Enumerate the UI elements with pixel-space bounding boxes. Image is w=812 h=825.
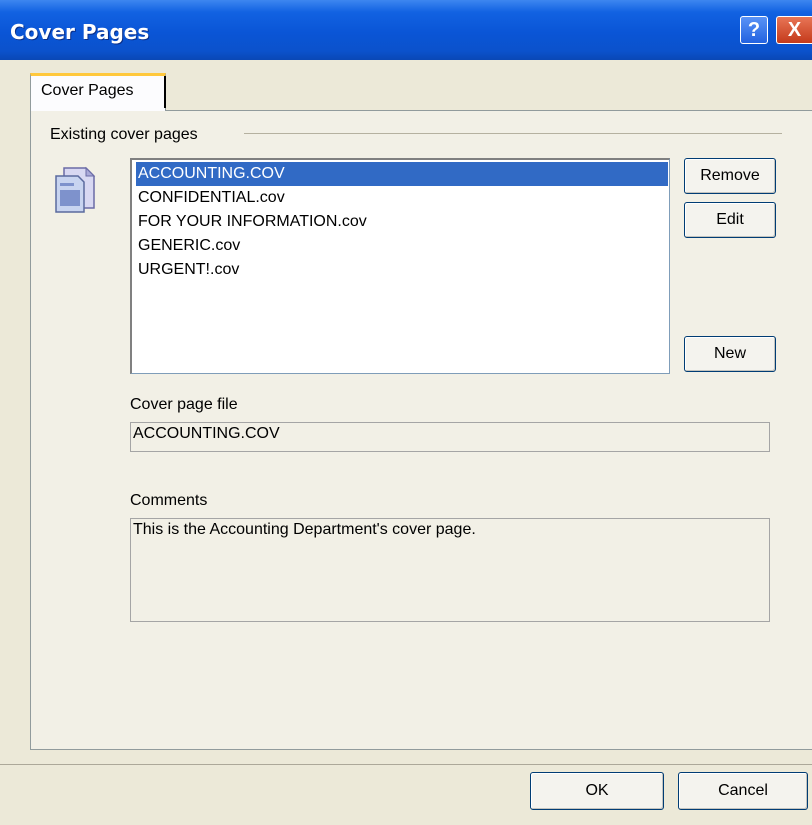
remove-button[interactable]: Remove xyxy=(684,158,776,194)
tab-label: Cover Pages xyxy=(41,82,134,99)
list-item[interactable]: CONFIDENTIAL.cov xyxy=(136,186,285,210)
group-divider xyxy=(244,133,782,134)
list-item[interactable]: ACCOUNTING.COV xyxy=(136,162,668,186)
window-title: Cover Pages xyxy=(10,20,150,44)
cover-page-file-label: Cover page file xyxy=(130,396,238,413)
comments-field: This is the Accounting Department's cove… xyxy=(130,518,770,622)
tab-cover-pages[interactable]: Cover Pages xyxy=(30,73,166,111)
close-icon: X xyxy=(787,19,802,41)
title-bar[interactable]: Cover Pages ? X xyxy=(0,0,812,60)
cancel-button[interactable]: Cancel xyxy=(678,772,808,810)
list-item[interactable]: URGENT!.cov xyxy=(136,258,239,282)
cover-page-file-field: ACCOUNTING.COV xyxy=(130,422,770,452)
tab-edge xyxy=(164,76,166,108)
list-item[interactable]: GENERIC.cov xyxy=(136,234,240,258)
new-button[interactable]: New xyxy=(684,336,776,372)
document-icon xyxy=(55,166,96,213)
edit-button[interactable]: Edit xyxy=(684,202,776,238)
footer-divider xyxy=(0,764,812,765)
existing-group-label: Existing cover pages xyxy=(50,126,198,143)
help-button[interactable]: ? xyxy=(740,16,768,44)
list-item[interactable]: FOR YOUR INFORMATION.cov xyxy=(136,210,367,234)
cover-pages-list[interactable]: ACCOUNTING.COV CONFIDENTIAL.cov FOR YOUR… xyxy=(130,158,670,374)
help-icon: ? xyxy=(747,19,761,41)
close-button[interactable]: X xyxy=(776,16,812,44)
comments-label: Comments xyxy=(130,492,208,509)
ok-button[interactable]: OK xyxy=(530,772,664,810)
